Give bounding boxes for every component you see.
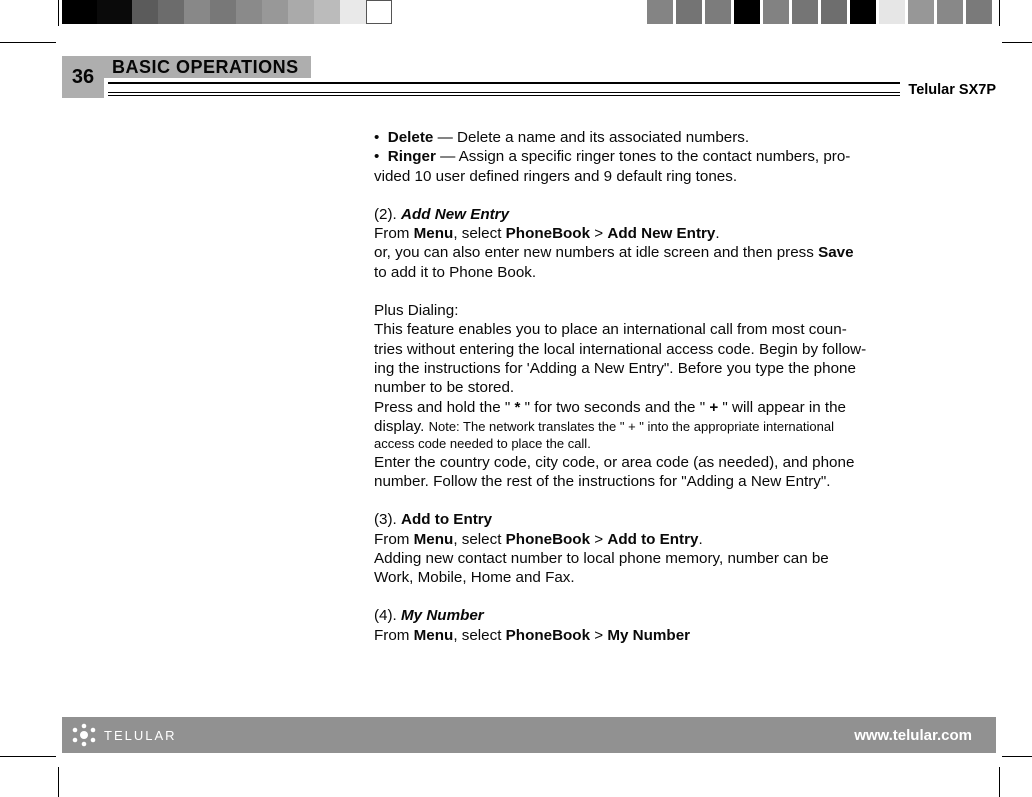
crop-mark <box>0 756 56 757</box>
crop-mark <box>1002 756 1032 757</box>
text: number to be stored. <box>374 378 966 397</box>
swatch-group-left <box>62 0 392 24</box>
header-rule-thin <box>108 95 996 96</box>
page-footer: TELULAR www.telular.com <box>62 717 996 753</box>
text: — Delete a name and its associated numbe… <box>433 129 749 146</box>
telular-logo: TELULAR <box>70 723 177 747</box>
body-text: • Delete — Delete a name and its associa… <box>374 128 966 645</box>
text: or, you can also enter new numbers at id… <box>374 243 966 262</box>
text: From Menu, select PhoneBook > My Number <box>374 626 966 645</box>
text: vided 10 user defined ringers and 9 defa… <box>374 167 966 186</box>
page-frame: 36 BASIC OPERATIONS Telular SX7P • Delet… <box>62 46 996 753</box>
page-number: 36 <box>62 56 104 98</box>
text: tries without entering the local interna… <box>374 340 966 359</box>
swatch-group-right <box>644 0 992 24</box>
term-ringer: Ringer <box>388 148 436 165</box>
bullet-item: • Delete — Delete a name and its associa… <box>374 128 966 147</box>
header-rule-thick <box>108 82 996 84</box>
crop-mark <box>999 767 1000 797</box>
text: Enter the country code, city code, or ar… <box>374 453 966 472</box>
footer-url: www.telular.com <box>854 727 972 744</box>
brand-text: TELULAR <box>104 728 177 743</box>
text: Adding new contact number to local phone… <box>374 549 966 568</box>
logo-icon <box>70 723 98 747</box>
product-name: Telular SX7P <box>900 82 996 98</box>
text: Press and hold the " * " for two seconds… <box>374 398 966 417</box>
crop-mark <box>1002 42 1032 43</box>
color-swatch-bar <box>0 0 1032 30</box>
term-delete: Delete <box>388 129 434 146</box>
crop-mark <box>999 0 1000 26</box>
note-text: access code needed to place the call. <box>374 436 966 453</box>
text: This feature enables you to place an int… <box>374 320 966 339</box>
text: From Menu, select PhoneBook > Add New En… <box>374 224 966 243</box>
subsection-heading: (4). My Number <box>374 606 966 625</box>
text: number. Follow the rest of the instructi… <box>374 472 966 491</box>
bullet-item: • Ringer — Assign a specific ringer tone… <box>374 147 966 166</box>
subsection-heading: (2). Add New Entry <box>374 205 966 224</box>
text: Work, Mobile, Home and Fax. <box>374 568 966 587</box>
section-title: BASIC OPERATIONS <box>104 56 311 78</box>
page-header: 36 BASIC OPERATIONS Telular SX7P <box>62 46 996 98</box>
text: ing the instructions for 'Adding a New E… <box>374 359 966 378</box>
note-text: Note: The network translates the " + " i… <box>429 419 834 434</box>
text: From Menu, select PhoneBook > Add to Ent… <box>374 530 966 549</box>
subsection-heading: (3). Add to Entry <box>374 510 966 529</box>
header-rule-thin <box>108 92 996 93</box>
crop-mark <box>58 0 59 26</box>
crop-mark <box>0 42 56 43</box>
text: to add it to Phone Book. <box>374 263 966 282</box>
text: Plus Dialing: <box>374 301 966 320</box>
text: display. Note: The network translates th… <box>374 417 966 436</box>
text: — Assign a specific ringer tones to the … <box>436 148 850 165</box>
crop-mark <box>58 767 59 797</box>
